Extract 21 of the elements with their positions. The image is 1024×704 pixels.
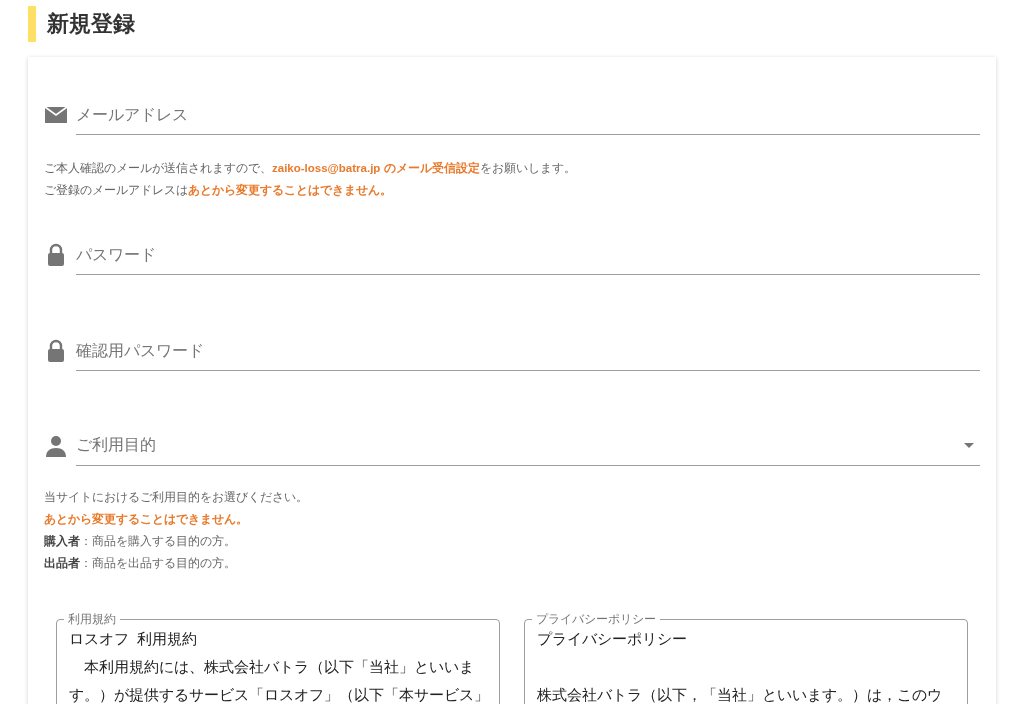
password-field[interactable]: 確認用パスワード — [76, 331, 980, 371]
document-text: ロスオフ 利用規約 — [69, 629, 199, 649]
document-text: プライバシーポリシー — [537, 629, 688, 649]
placeholder-text: ご利用目的 — [76, 435, 157, 455]
password-field[interactable]: パスワード — [76, 235, 980, 275]
box-label: プライバシーポリシー — [532, 611, 660, 627]
document-text: 本利用規約には、株式会社バトラ（以下「当社」といいます。）が提供するサービス「ロスオフ」（以下「本サービス」 — [69, 657, 490, 704]
help-text: あとから変更することはできません。 — [44, 511, 249, 528]
person-icon — [44, 434, 68, 458]
help-text: ご本人確認のメールが送信されますので、zaiko-loss@batra.jp のメール受信設定をお願いします。 — [44, 160, 577, 176]
purpose-select[interactable]: ご利用目的 — [76, 426, 980, 466]
document-text: 株式会社バトラ（以下，「当社」といいます。）は，このウ — [537, 685, 943, 704]
help-text: 出品者：商品を出品する目的の方。 — [44, 556, 237, 571]
help-text: ご登録のメールアドレスはあとから変更することはできません。 — [44, 182, 393, 199]
box-label: 利用規約 — [64, 611, 120, 627]
page-title: 新規登録 — [47, 10, 135, 38]
title-accent-bar — [28, 6, 36, 42]
help-text: 購入者：商品を購入する目的の方。 — [44, 534, 237, 549]
help-text: 当サイトにおけるご利用目的をお選びください。 — [44, 490, 309, 505]
email-field[interactable]: メールアドレス — [76, 95, 980, 135]
caret-icon — [964, 443, 974, 448]
